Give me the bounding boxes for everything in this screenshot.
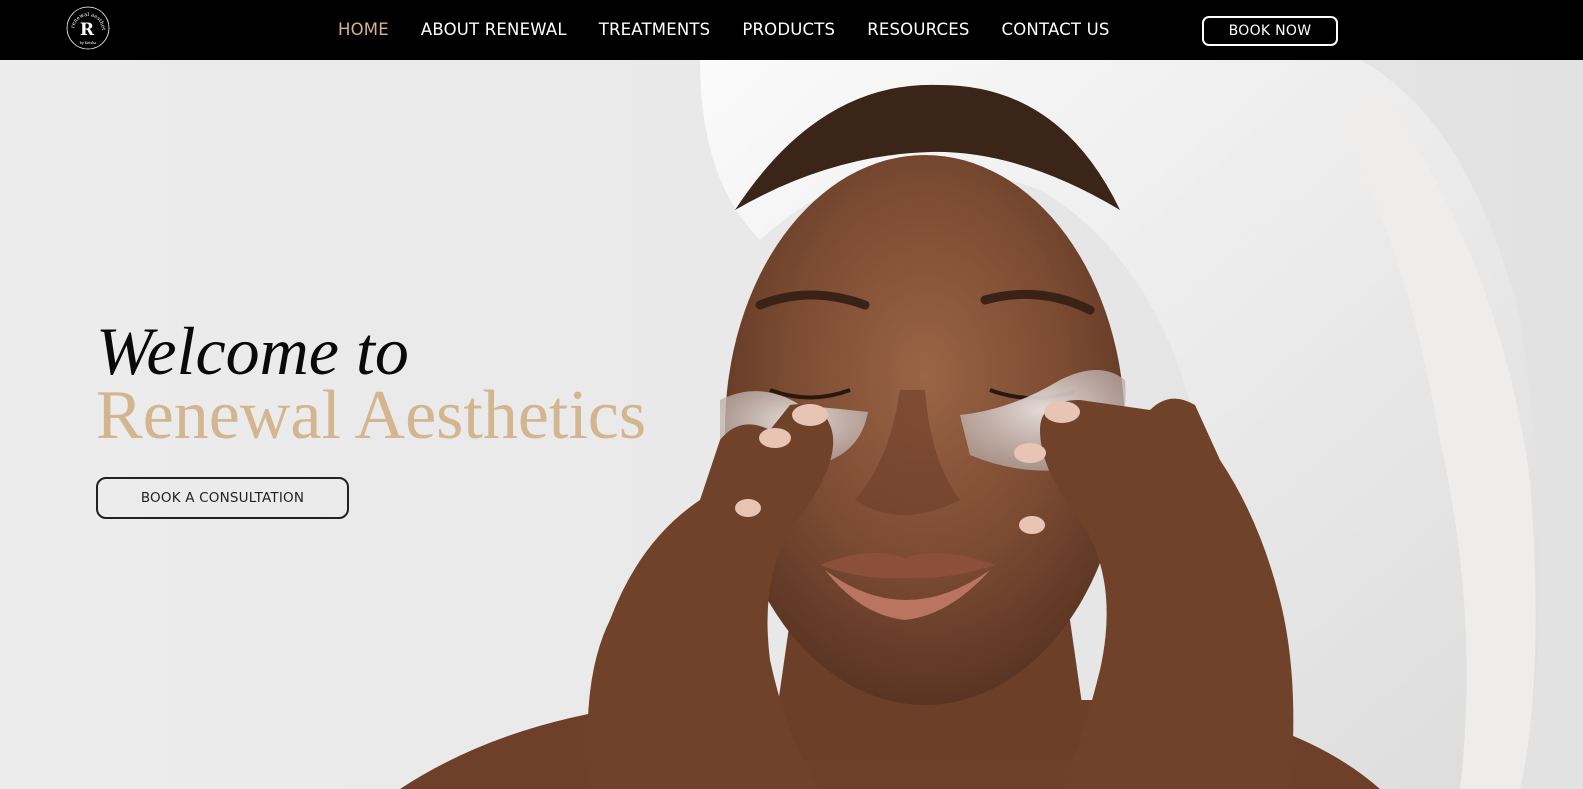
logo-sub-text: by Keisha <box>80 41 97 45</box>
nav-link-home[interactable]: HOME <box>338 20 389 39</box>
nav-link-treatments[interactable]: TREATMENTS <box>599 20 711 39</box>
main-menu: HOME ABOUT RENEWAL TREATMENTS PRODUCTS R… <box>338 0 1110 60</box>
site-logo[interactable]: renewal aesthetics R by Keisha <box>66 6 110 50</box>
hero-welcome-text: Welcome to <box>96 313 409 389</box>
book-consultation-button[interactable]: BOOK A CONSULTATION <box>96 477 349 519</box>
nav-item-treatments: TREATMENTS <box>599 20 711 40</box>
nav-item-contact: CONTACT US <box>1002 20 1110 40</box>
logo-icon: renewal aesthetics R by Keisha <box>66 6 110 50</box>
nav-link-products[interactable]: PRODUCTS <box>742 20 835 39</box>
nav-item-resources: RESOURCES <box>867 20 969 40</box>
hero-heading: Welcome to Renewal Aesthetics <box>96 313 647 454</box>
hero-section: Welcome to Renewal Aesthetics BOOK A CON… <box>0 60 1583 789</box>
nav-item-home: HOME <box>338 20 389 40</box>
nav-item-about: ABOUT RENEWAL <box>421 20 567 40</box>
page: renewal aesthetics R by Keisha HOME ABOU… <box>0 0 1583 789</box>
nav-item-products: PRODUCTS <box>742 20 835 40</box>
logo-letter: R <box>80 20 95 40</box>
nav-link-resources[interactable]: RESOURCES <box>867 20 969 39</box>
hero-brand-title: Renewal Aesthetics <box>96 377 647 454</box>
nav-link-about-renewal[interactable]: ABOUT RENEWAL <box>421 20 567 39</box>
top-navigation: renewal aesthetics R by Keisha HOME ABOU… <box>0 0 1583 60</box>
nav-link-contact-us[interactable]: CONTACT US <box>1002 20 1110 39</box>
book-now-button[interactable]: BOOK NOW <box>1202 16 1338 46</box>
